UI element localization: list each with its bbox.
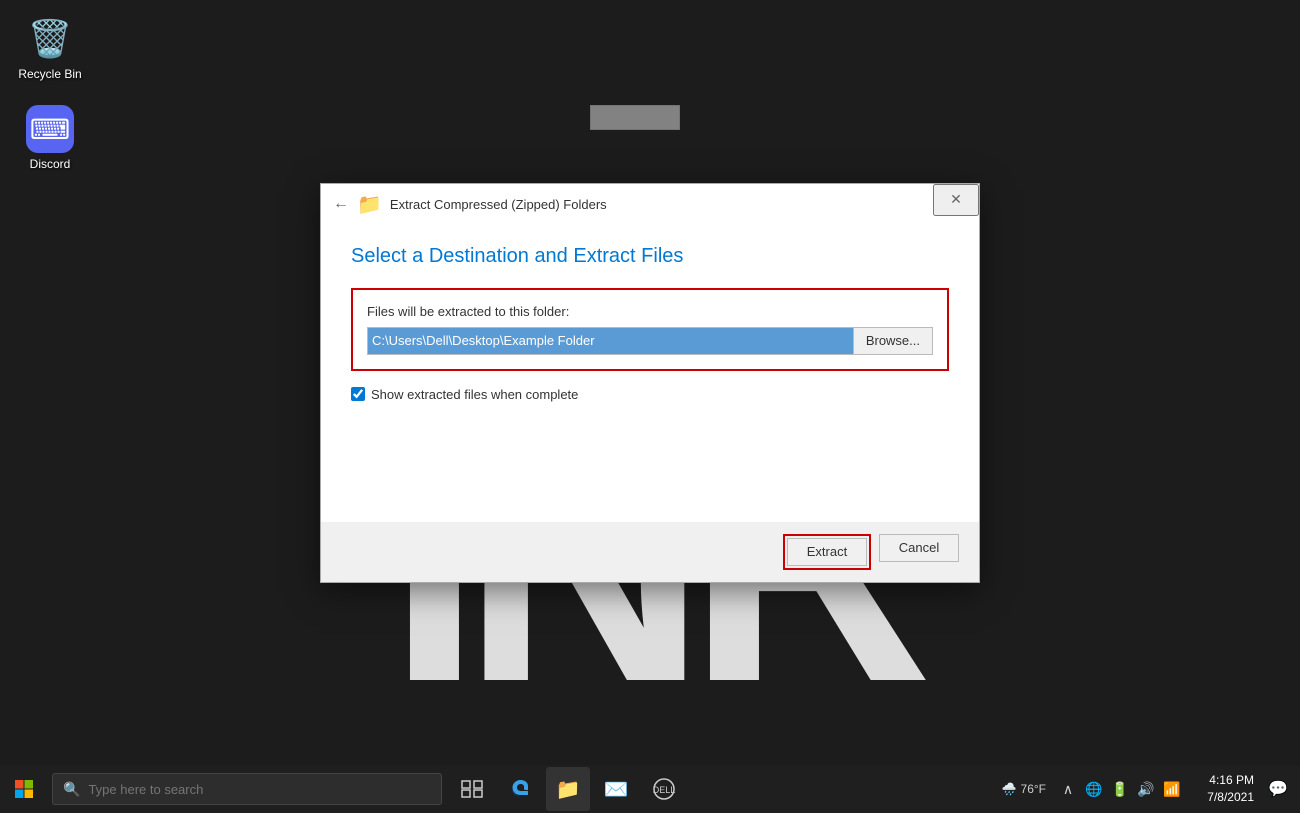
taskbar: 🔍 📁 ✉️ (0, 765, 1300, 813)
clock-time: 4:16 PM (1209, 772, 1254, 789)
speaker-icon[interactable]: 🔊 (1136, 767, 1156, 811)
dialog-title-text: Extract Compressed (Zipped) Folders (390, 197, 971, 212)
taskbar-apps: 📁 ✉️ DELL (450, 767, 686, 811)
extract-button-wrapper: Extract (783, 534, 871, 570)
destination-input[interactable] (367, 327, 854, 355)
dialog-title-icon: 📁 (357, 192, 382, 217)
show-files-checkbox-row: Show extracted files when complete (351, 387, 949, 402)
dialog-content: Select a Destination and Extract Files F… (321, 225, 979, 402)
task-view-button[interactable] (450, 767, 494, 811)
show-hidden-icons-button[interactable]: ∧ (1058, 767, 1078, 811)
notification-button[interactable]: 💬 (1264, 767, 1292, 811)
taskbar-search-bar[interactable]: 🔍 (52, 773, 442, 805)
search-input[interactable] (88, 782, 431, 797)
dialog-footer: Extract Cancel (321, 522, 979, 582)
desktop: INR 🗑️ Recycle Bin ⌨ Discord ← 📁 Extract… (0, 0, 1300, 813)
extract-button[interactable]: Extract (787, 538, 867, 566)
file-explorer-button[interactable]: 📁 (546, 767, 590, 811)
cancel-button[interactable]: Cancel (879, 534, 959, 562)
destination-input-row: Browse... (367, 327, 933, 355)
start-button[interactable] (0, 765, 48, 813)
mail-button[interactable]: ✉️ (594, 767, 638, 811)
wifi-icon[interactable]: 📶 (1162, 767, 1182, 811)
battery-icon[interactable]: 🔋 (1110, 767, 1130, 811)
dialog-titlebar: ← 📁 Extract Compressed (Zipped) Folders … (321, 184, 979, 225)
weather-icon: 🌧️ (1002, 782, 1017, 796)
search-icon: 🔍 (63, 781, 80, 798)
browse-button[interactable]: Browse... (854, 327, 933, 355)
edge-browser-button[interactable] (498, 767, 542, 811)
network-icon[interactable]: 🌐 (1084, 767, 1104, 811)
dialog-overlay: ← 📁 Extract Compressed (Zipped) Folders … (0, 0, 1300, 765)
dell-button[interactable]: DELL (642, 767, 686, 811)
show-files-label: Show extracted files when complete (371, 387, 578, 402)
weather-temp: 76°F (1021, 782, 1046, 796)
windows-logo-icon (14, 779, 34, 799)
extract-dialog: ← 📁 Extract Compressed (Zipped) Folders … (320, 183, 980, 583)
taskbar-systray-area: 🌧️ 76°F ∧ 🌐 🔋 🔊 📶 4:16 PM 7/8/2021 💬 (996, 767, 1300, 811)
show-files-checkbox[interactable] (351, 387, 365, 401)
destination-label: Files will be extracted to this folder: (367, 304, 933, 319)
notification-icon: 💬 (1268, 779, 1288, 799)
weather-widget[interactable]: 🌧️ 76°F (996, 782, 1052, 796)
dialog-heading: Select a Destination and Extract Files (351, 245, 949, 268)
svg-text:DELL: DELL (653, 785, 675, 795)
clock-date: 7/8/2021 (1207, 789, 1254, 806)
destination-section: Files will be extracted to this folder: … (351, 288, 949, 371)
dialog-close-button[interactable]: ✕ (933, 184, 979, 216)
taskbar-clock[interactable]: 4:16 PM 7/8/2021 (1188, 772, 1258, 806)
dialog-back-button[interactable]: ← (333, 195, 349, 213)
